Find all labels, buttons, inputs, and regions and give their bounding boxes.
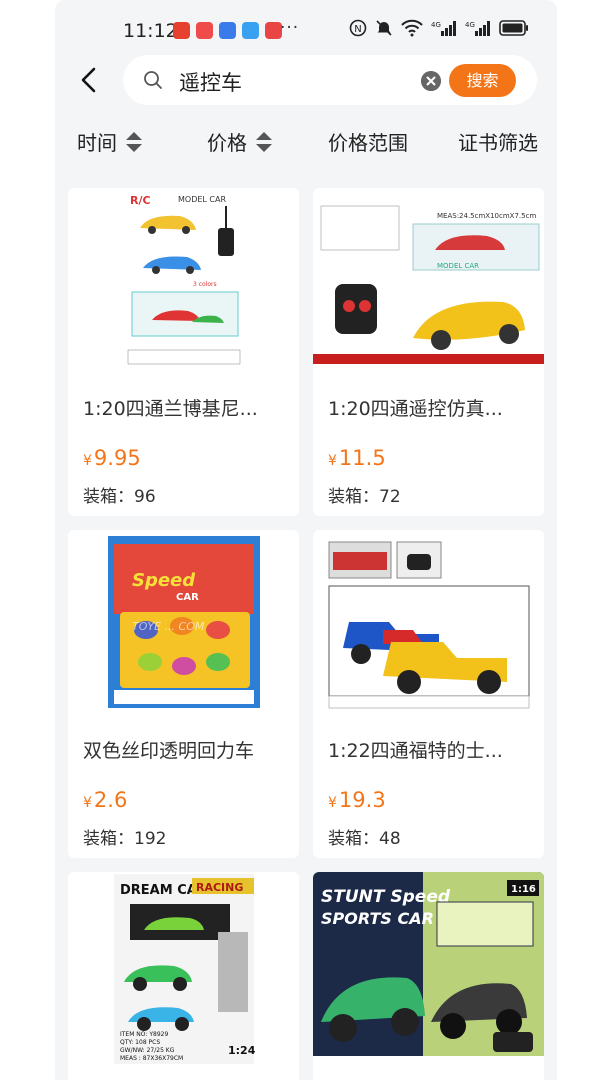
p1-logo: R/C (130, 194, 151, 207)
p6-l1: STUNT Speed (321, 887, 451, 907)
filter-certificate[interactable]: 证书筛选 (458, 127, 538, 156)
wifi-icon (401, 19, 423, 37)
sort-icon (126, 131, 142, 152)
stunt-sports-car-image: STUNT Speed SPORTS CAR 1:16 (313, 872, 544, 1072)
battery-icon (499, 20, 528, 36)
filter-time[interactable]: 时间 (77, 127, 143, 156)
app-red-icon (196, 22, 213, 39)
currency-symbol: ¥ (328, 795, 337, 811)
svg-text:N: N (354, 24, 361, 35)
pack-quantity: 装箱：96 (83, 487, 156, 507)
app-blue-icon (242, 22, 259, 39)
product-title: 1:20四通兰博基尼... (83, 398, 258, 420)
p1-colors: 3 colors (193, 281, 217, 288)
pack-quantity: 装箱：72 (328, 487, 401, 507)
pullback-cars-card-image: Speed CAR TOYE ... COM (68, 530, 299, 710)
mute-icon (376, 20, 392, 36)
signal-4g-icon: 4G (431, 21, 456, 36)
search-button[interactable]: 搜索 (449, 64, 516, 97)
sort-icon (256, 131, 272, 152)
signal-4g-icon-2: 4G (465, 21, 490, 36)
price-value: 19.3 (338, 788, 386, 812)
p5-qty: QTY: 108 PCS (120, 1039, 160, 1046)
p6-scale: 1:16 (511, 884, 536, 895)
status-bar: 11:12 ··· N 4G 4G (55, 0, 557, 62)
pickup-trucks-image (313, 530, 544, 710)
product-title: 双色丝印透明回力车 (83, 740, 255, 762)
search-bar[interactable]: 遥控车 搜索 (123, 55, 537, 105)
system-icons: N 4G 4G (349, 19, 529, 37)
product-card[interactable]: STUNT Speed SPORTS CAR 1:16 (313, 872, 544, 1080)
p5-scale: 1:24 (228, 1044, 256, 1057)
product-price: ¥ 2.6 (83, 788, 127, 812)
product-price: ¥ 19.3 (328, 788, 386, 812)
product-price: ¥ 9.95 (83, 446, 141, 470)
product-card[interactable]: DREAM CAR RACING ITEM NO: Y8929 QTY: 108… (68, 872, 299, 1080)
pack-quantity: 装箱：192 (83, 829, 167, 849)
p1-model: MODEL CAR (178, 195, 226, 204)
notification-icons (173, 22, 282, 39)
filter-certificate-label: 证书筛选 (458, 131, 538, 155)
p3-watermark: TOYE ... COM (132, 620, 205, 633)
product-title: 1:20四通遥控仿真... (328, 398, 503, 420)
p2-meas: MEAS:24.5cmX10cmX7.5cm (437, 212, 536, 220)
svg-text:4G: 4G (431, 21, 441, 29)
toy-car-yellow-image: MEAS:24.5cmX10cmX7.5cm MODEL CAR (313, 188, 544, 368)
p5-item: ITEM NO: Y8929 (120, 1031, 168, 1038)
p5-tag: RACING (196, 881, 243, 894)
status-time: 11:12 (123, 20, 178, 42)
pack-quantity: 装箱：48 (328, 829, 401, 849)
product-card[interactable]: Speed CAR TOYE ... COM 双色丝印透明回力车 ¥ 2.6 装… (68, 530, 299, 858)
back-arrow-icon[interactable] (77, 66, 101, 94)
product-card[interactable]: MEAS:24.5cmX10cmX7.5cm MODEL CAR 1:20四通遥… (313, 188, 544, 516)
search-input[interactable]: 遥控车 (179, 67, 242, 97)
product-title: 1:22四通福特的士... (328, 740, 503, 762)
product-card[interactable]: R/C MODEL CAR 3 colors 1:20四通兰博基尼... ¥ 9… (68, 188, 299, 516)
filter-bar: 时间 价格 价格范围 证书筛选 (55, 118, 557, 162)
price-value: 11.5 (338, 446, 386, 470)
p3-car: CAR (176, 592, 199, 603)
phone-screen: 11:12 ··· N 4G 4G 遥控车 搜索 时间 价格 价格范围 证书筛选… (55, 0, 557, 1080)
product-price: ¥ 11.5 (328, 446, 386, 470)
currency-symbol: ¥ (328, 453, 337, 469)
p5-gw: GW/NW: 27/25 KG (120, 1047, 175, 1054)
price-value: 9.95 (93, 446, 141, 470)
music-icon (219, 22, 236, 39)
filter-price-range-label: 价格范围 (328, 131, 408, 155)
filter-price-label: 价格 (207, 131, 247, 155)
price-value: 2.6 (93, 788, 128, 812)
p2-model: MODEL CAR (437, 262, 479, 270)
filter-price[interactable]: 价格 (207, 127, 273, 156)
p3-speed: Speed (132, 570, 196, 591)
p6-l2: SPORTS CAR (321, 909, 434, 928)
weibo-icon (173, 22, 190, 39)
currency-symbol: ¥ (83, 453, 92, 469)
more-notifications: ··· (280, 18, 300, 38)
currency-symbol: ¥ (83, 795, 92, 811)
search-icon (144, 71, 162, 89)
svg-text:4G: 4G (465, 21, 475, 29)
filter-time-label: 时间 (77, 131, 117, 155)
filter-price-range[interactable]: 价格范围 (328, 127, 408, 156)
nfc-icon: N (349, 19, 367, 37)
dream-car-box-image: DREAM CAR RACING ITEM NO: Y8929 QTY: 108… (68, 872, 299, 1072)
clear-icon[interactable] (421, 71, 441, 91)
product-card[interactable]: 1:22四通福特的士... ¥ 19.3 装箱：48 (313, 530, 544, 858)
toy-car-box-image: R/C MODEL CAR 3 colors (68, 188, 299, 368)
p5-meas: MEAS : 87X36X79CM (120, 1055, 183, 1062)
